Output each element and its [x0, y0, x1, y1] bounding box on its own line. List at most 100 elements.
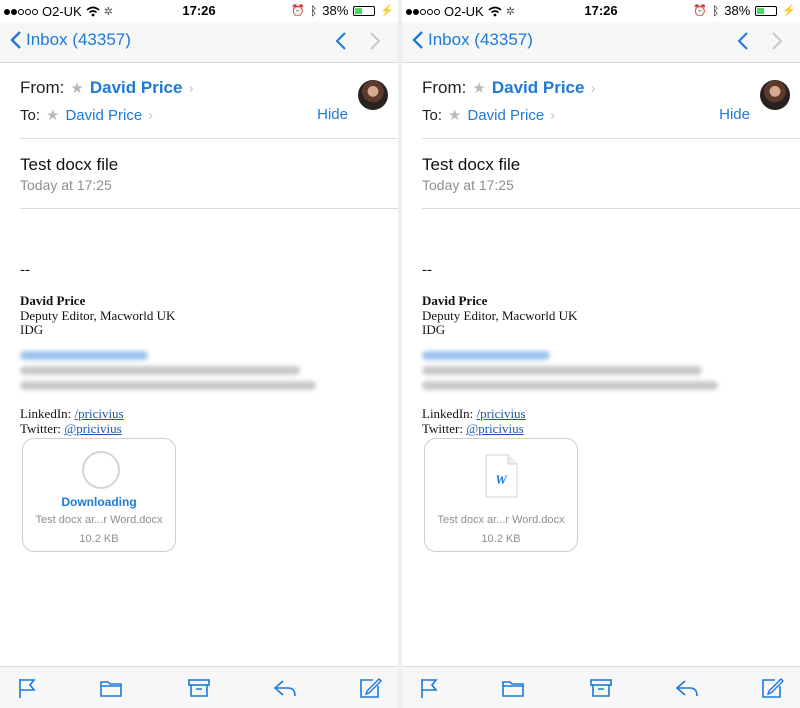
signature-name: David Price	[422, 293, 488, 308]
from-line: From: ★ David Price ›	[422, 78, 595, 98]
star-icon: ★	[472, 80, 486, 97]
twitter-link[interactable]: @pricivius	[466, 421, 523, 436]
sender-avatar[interactable]	[760, 80, 790, 110]
bottom-toolbar	[402, 666, 800, 708]
compose-icon[interactable]	[358, 677, 382, 699]
twitter-label: Twitter:	[422, 421, 463, 436]
from-line: From: ★ David Price ›	[20, 78, 193, 98]
word-document-icon: W	[485, 454, 518, 498]
chevron-right-icon: ›	[148, 106, 154, 124]
star-icon: ★	[448, 107, 462, 124]
hide-details-button[interactable]: Hide	[317, 106, 348, 123]
linkedin-link[interactable]: /pricivius	[477, 406, 526, 421]
previous-message-icon[interactable]	[736, 30, 750, 52]
signature-company: IDG	[422, 322, 446, 337]
signature-title: Deputy Editor, Macworld UK	[20, 308, 176, 323]
word-letter: W	[495, 472, 508, 487]
message-date: Today at 17:25	[20, 177, 112, 193]
header-divider	[422, 138, 800, 139]
sender-name[interactable]: David Price	[90, 78, 183, 98]
previous-message-icon[interactable]	[334, 30, 348, 52]
download-progress-icon	[82, 451, 120, 489]
flag-icon[interactable]	[16, 677, 40, 699]
to-line: To: ★ David Price ›	[20, 106, 154, 125]
status-bar: O2-UK ✲ 17:26 ⏰ ᛒ 38% ⚡	[402, 0, 800, 22]
next-message-icon[interactable]	[770, 30, 784, 52]
header-divider	[20, 138, 398, 139]
twitter-line: Twitter: @pricivius	[422, 421, 524, 437]
message-nav-arrows	[736, 30, 784, 52]
hide-details-button[interactable]: Hide	[719, 106, 750, 123]
navigation-bar: Inbox (43357)	[0, 22, 398, 63]
signature-dashes: --	[422, 262, 432, 278]
chevron-right-icon: ›	[550, 106, 556, 124]
navigation-bar: Inbox (43357)	[402, 22, 800, 63]
signature-dashes: --	[20, 262, 30, 278]
redacted-email	[422, 351, 550, 360]
battery-icon	[353, 5, 376, 16]
status-right: ⏰ ᛒ 38% ⚡	[291, 3, 394, 18]
chevron-left-icon	[412, 31, 423, 49]
sender-name[interactable]: David Price	[492, 78, 585, 98]
back-label: Inbox (43357)	[428, 30, 533, 49]
to-line: To: ★ David Price ›	[422, 106, 556, 125]
subject-divider	[20, 208, 398, 209]
twitter-line: Twitter: @pricivius	[20, 421, 122, 437]
redacted-address-line	[20, 381, 316, 390]
reply-icon[interactable]	[272, 677, 298, 699]
linkedin-line: LinkedIn: /pricivius	[20, 406, 124, 422]
mail-screen-left: O2-UK ✲ 17:26 ⏰ ᛒ 38% ⚡ Inbox (43357) Fr…	[0, 0, 398, 708]
status-right: ⏰ ᛒ 38% ⚡	[693, 3, 796, 18]
back-to-inbox-button[interactable]: Inbox (43357)	[10, 30, 131, 50]
linkedin-label: LinkedIn:	[422, 406, 474, 421]
bluetooth-icon: ᛒ	[310, 3, 318, 18]
to-label: To:	[20, 106, 41, 124]
attachment-card[interactable]: W Test docx ar...r Word.docx 10.2 KB	[424, 438, 578, 552]
linkedin-link[interactable]: /pricivius	[75, 406, 124, 421]
signature-title: Deputy Editor, Macworld UK	[422, 308, 578, 323]
compose-icon[interactable]	[760, 677, 784, 699]
battery-icon	[755, 5, 778, 16]
battery-percent: 38%	[322, 3, 349, 18]
archive-icon[interactable]	[187, 677, 211, 699]
folder-icon[interactable]	[99, 677, 123, 699]
signature-name: David Price	[20, 293, 86, 308]
recipient-name[interactable]: David Price	[65, 107, 142, 124]
bottom-toolbar	[0, 666, 398, 708]
twitter-link[interactable]: @pricivius	[64, 421, 121, 436]
redacted-contact-line	[20, 366, 300, 375]
attachment-card[interactable]: Downloading Test docx ar...r Word.docx 1…	[22, 438, 176, 552]
flag-icon[interactable]	[418, 677, 442, 699]
attachment-size: 10.2 KB	[79, 533, 119, 545]
star-icon: ★	[46, 107, 60, 124]
to-label: To:	[422, 106, 443, 124]
recipient-name[interactable]: David Price	[467, 107, 544, 124]
from-label: From:	[20, 78, 65, 97]
alarm-icon: ⏰	[291, 5, 306, 17]
bluetooth-icon: ᛒ	[712, 3, 720, 18]
chevron-right-icon: ›	[188, 79, 194, 97]
battery-percent: 38%	[724, 3, 751, 18]
chevron-left-icon	[10, 31, 21, 49]
next-message-icon[interactable]	[368, 30, 382, 52]
from-label: From:	[422, 78, 467, 97]
chevron-right-icon: ›	[590, 79, 596, 97]
attachment-name: Test docx ar...r Word.docx	[437, 514, 565, 526]
reply-icon[interactable]	[674, 677, 700, 699]
mail-screen-right: O2-UK ✲ 17:26 ⏰ ᛒ 38% ⚡ Inbox (43357) Fr…	[402, 0, 800, 708]
back-to-inbox-button[interactable]: Inbox (43357)	[412, 30, 533, 50]
subject-divider	[422, 208, 800, 209]
linkedin-label: LinkedIn:	[20, 406, 72, 421]
signature-company: IDG	[20, 322, 44, 337]
linkedin-line: LinkedIn: /pricivius	[422, 406, 526, 422]
message-subject: Test docx file	[422, 155, 521, 174]
folder-icon[interactable]	[501, 677, 525, 699]
star-icon: ★	[70, 80, 84, 97]
alarm-icon: ⏰	[693, 5, 708, 17]
sender-avatar[interactable]	[358, 80, 388, 110]
message-date: Today at 17:25	[422, 177, 514, 193]
archive-icon[interactable]	[589, 677, 613, 699]
redacted-contact-line	[422, 366, 702, 375]
twitter-label: Twitter:	[20, 421, 61, 436]
back-label: Inbox (43357)	[26, 30, 131, 49]
